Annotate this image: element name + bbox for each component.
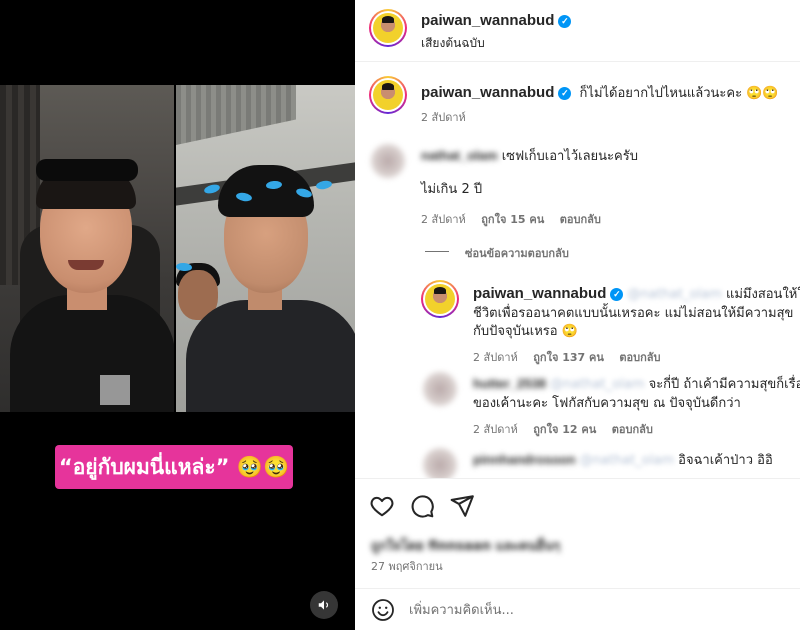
mention-link[interactable]: @nathat_olam: [580, 453, 674, 468]
reply-line: จะกี่ปี ถ้าเค้ามีความสุขก็เรื่อง: [648, 377, 800, 392]
caption-text: ก็ไม่ได้อยากไปไหนแล้วนะคะ 🙄🙄: [579, 86, 779, 101]
emoji-smile-icon[interactable]: [371, 598, 395, 622]
comment-text: nathat_olam เซฟเก็บเอาไว้เลยนะครับ: [421, 146, 638, 167]
username-text[interactable]: paiwan_wannabud: [473, 285, 606, 302]
caption-meta: 2 สัปดาห์: [421, 108, 478, 126]
verified-badge-icon: ✓: [558, 15, 572, 28]
reply-time[interactable]: 2 สัปดาห์: [473, 423, 518, 436]
reply-text: paiwan_wannabud ✓ @nathat_olam แม่มึงสอนใ…: [473, 284, 800, 305]
audio-label[interactable]: เสียงต้นฉบับ: [421, 34, 485, 53]
comment-likes[interactable]: ถูกใจ 15 คน: [481, 213, 544, 226]
caption-username[interactable]: paiwan_wannabud ✓ ก็ไม่ได้อยากไปไหนแล้วนะ…: [421, 82, 779, 103]
heart-icon[interactable]: [369, 493, 395, 519]
reply-line: แม่มึงสอนให้ใช้: [725, 287, 800, 302]
reply-likes[interactable]: ถูกใจ 137 คน: [533, 351, 604, 364]
username-text[interactable]: paiwan_wannabud: [421, 12, 554, 29]
username-text[interactable]: paiwan_wannabud: [421, 84, 554, 101]
reply-meta: 2 สัปดาห์ ถูกใจ 137 คน ตอบกลับ: [473, 348, 673, 366]
hide-replies-button[interactable]: ซ่อนข้อความตอบกลับ: [465, 244, 569, 262]
video-caption: “อยู่กับผมนี่แหล่ะ” 🥹🥹: [55, 445, 293, 489]
video-frame[interactable]: [0, 85, 355, 412]
reply-button[interactable]: ตอบกลับ: [612, 423, 653, 436]
comment-line: เซฟเก็บเอาไว้เลยนะครับ: [501, 149, 638, 164]
comment-time[interactable]: 2 สัปดาห์: [421, 213, 466, 226]
comment-meta: 2 สัปดาห์ ถูกใจ 15 คน ตอบกลับ: [421, 210, 613, 228]
post-actions: ถูกใจโดย finnsaan และคนอื่นๆ 27 พฤศจิกาย…: [355, 478, 800, 588]
reply-button[interactable]: ตอบกลับ: [619, 351, 660, 364]
reply-button[interactable]: ตอบกลับ: [560, 213, 601, 226]
comment-username[interactable]: nathat_olam: [421, 146, 498, 166]
mention-link[interactable]: @nathat_olam: [628, 287, 722, 302]
reply-text: pinnhandrosoon @nathat_olam อิจฉาเค้าป่า…: [473, 450, 773, 471]
mention-link[interactable]: @nathat_olam: [550, 377, 644, 392]
send-icon[interactable]: [449, 493, 475, 519]
avatar[interactable]: [369, 9, 407, 47]
video-player[interactable]: “อยู่กับผมนี่แหล่ะ” 🥹🥹: [0, 0, 355, 630]
avatar[interactable]: [423, 372, 457, 406]
reply-time[interactable]: 2 สัปดาห์: [473, 351, 518, 364]
reply-line: กับปัจจุบันเหรอ 🙄: [473, 324, 578, 339]
reply-line: ของเค้านะคะ โฟกัสกับความสุข ณ ปัจจุบันดี…: [473, 396, 741, 411]
post-sidebar: paiwan_wannabud ✓ เสียงต้นฉบับ paiwan_wan…: [355, 0, 800, 630]
video-right-split: [176, 85, 355, 412]
verified-badge-icon: ✓: [610, 288, 624, 301]
reply-likes[interactable]: ถูกใจ 12 คน: [533, 423, 596, 436]
liked-by[interactable]: ถูกใจโดย finnsaan และคนอื่นๆ: [371, 535, 560, 556]
verified-badge-icon: ✓: [558, 87, 572, 100]
header-username[interactable]: paiwan_wannabud ✓: [421, 12, 572, 29]
reply-username[interactable]: hutter_2538: [473, 374, 546, 394]
speaker-icon[interactable]: [310, 591, 338, 619]
video-left-split: [0, 85, 174, 412]
reply-meta: 2 สัปดาห์ ถูกใจ 12 คน ตอบกลับ: [473, 420, 665, 438]
comments-list[interactable]: paiwan_wannabud ✓ ก็ไม่ได้อยากไปไหนแล้วนะ…: [355, 62, 800, 478]
reply-line: ชีวิตเพื่อรออนาคตแบบนั้นเหรอคะ แม่ไม่สอน…: [473, 306, 794, 321]
reply-line: อิจฉาเค้าป่าว อิอิ: [678, 453, 773, 468]
divider: [425, 251, 449, 252]
comment-icon[interactable]: [409, 493, 435, 519]
avatar[interactable]: [371, 144, 405, 178]
post-date[interactable]: 27 พฤศจิกายน: [371, 557, 443, 575]
reply-text: hutter_2538 @nathat_olam จะกี่ปี ถ้าเค้า…: [473, 374, 800, 395]
reply-username[interactable]: pinnhandrosoon: [473, 450, 576, 470]
add-comment-bar: [355, 588, 800, 630]
avatar[interactable]: [421, 280, 459, 318]
caption-time[interactable]: 2 สัปดาห์: [421, 111, 466, 124]
post-header: paiwan_wannabud ✓ เสียงต้นฉบับ: [355, 0, 800, 62]
comment-input[interactable]: [409, 598, 779, 622]
avatar[interactable]: [423, 448, 457, 478]
reply-username[interactable]: paiwan_wannabud ✓: [473, 285, 624, 302]
avatar[interactable]: [369, 76, 407, 114]
comment-line: ไม่เกิน 2 ปี: [421, 182, 483, 197]
